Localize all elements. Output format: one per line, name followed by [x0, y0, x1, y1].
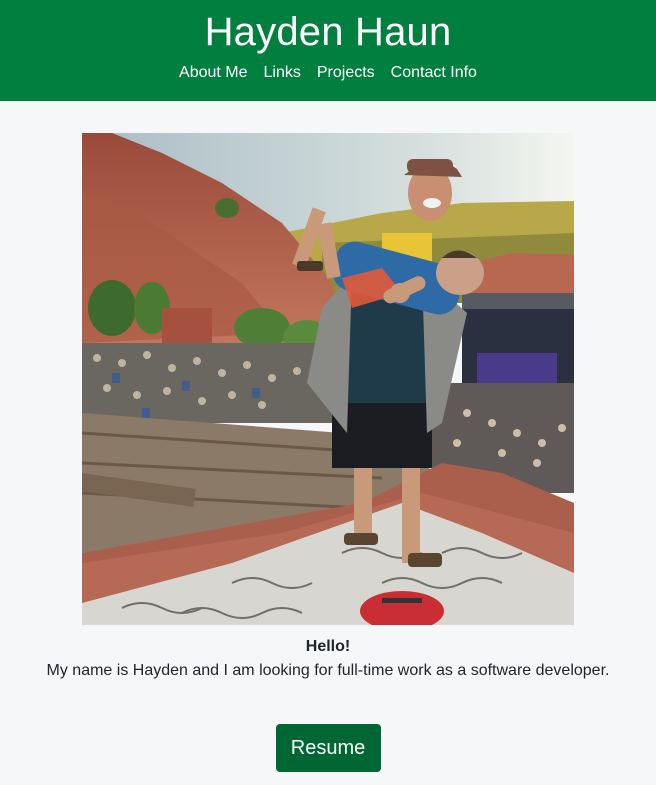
nav-link-projects[interactable]: Projects: [317, 63, 375, 83]
intro-text: My name is Hayden and I am looking for f…: [46, 662, 610, 679]
nav-link-about-me[interactable]: About Me: [179, 63, 247, 83]
main-content: Hello! My name is Hayden and I am lookin…: [0, 133, 656, 772]
site-title: Hayden Haun: [204, 10, 452, 54]
nav-link-links[interactable]: Links: [264, 63, 301, 83]
resume-button[interactable]: Resume: [275, 724, 381, 772]
site-header: Hayden Haun About Me Links Projects Cont…: [0, 0, 656, 101]
greeting-heading: Hello!: [305, 638, 351, 655]
nav-link-contact-info[interactable]: Contact Info: [391, 63, 477, 83]
profile-photo: [82, 133, 574, 625]
main-nav: About Me Links Projects Contact Info: [0, 63, 656, 83]
